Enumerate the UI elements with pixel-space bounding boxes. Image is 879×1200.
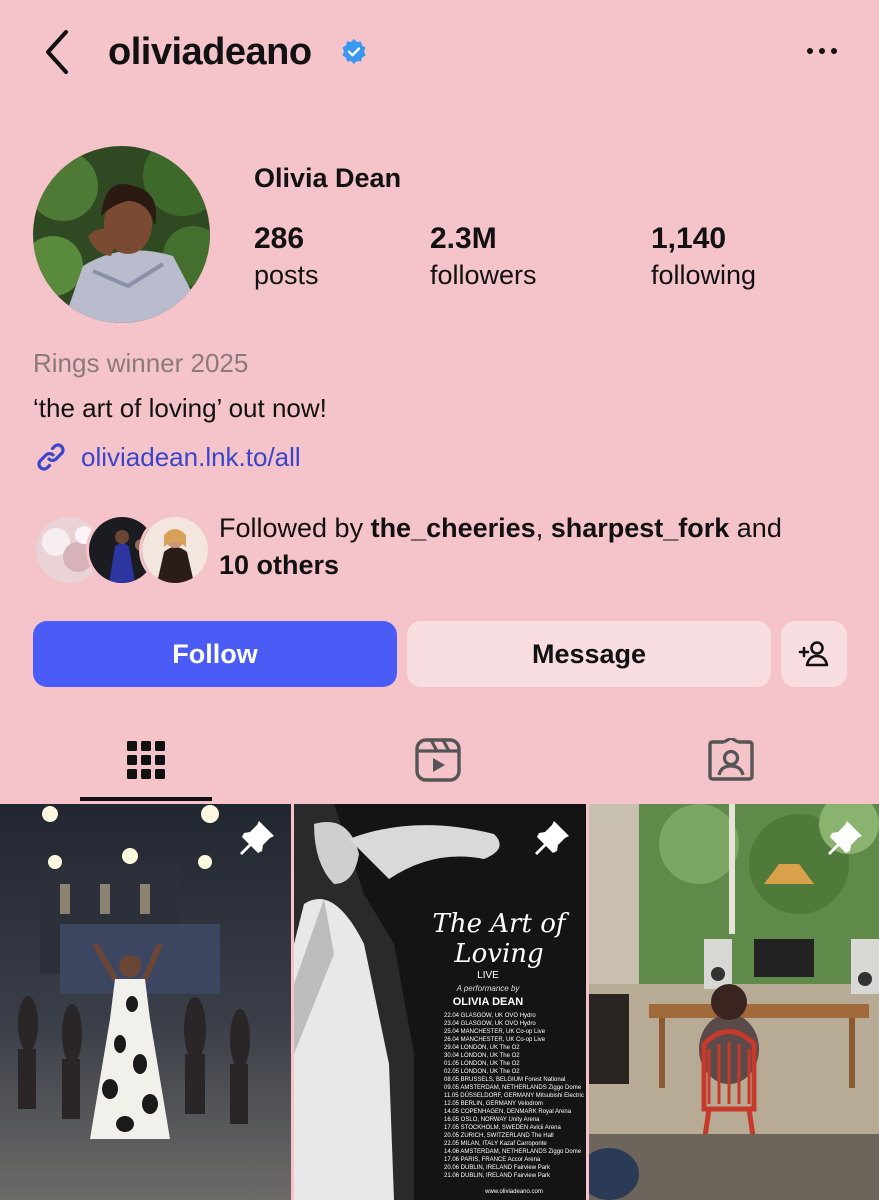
tour-date: 16.05 OSLO, NORWAY Unity Arena — [444, 1117, 540, 1123]
poster-url: www.oliviadeano.com — [485, 1189, 543, 1195]
tour-date: 23.04 GLASGOW, UK OVO Hydro — [444, 1021, 536, 1027]
tour-date: 14.06 AMSTERDAM, NETHERLANDS Ziggo Dome — [444, 1149, 582, 1155]
following-count-value: 1,140 — [651, 222, 727, 255]
profile-link[interactable]: oliviadean.lnk.to/all — [33, 437, 301, 477]
tour-date: 09.05 AMSTERDAM, NETHERLANDS Ziggo Dome — [444, 1085, 582, 1091]
following-count-label: following — [651, 260, 757, 290]
poster-live: LIVE — [477, 970, 499, 981]
posts-count-label: posts — [254, 260, 319, 290]
verified-badge-icon — [342, 39, 366, 64]
bio-text: ‘the art of loving’ out now! — [33, 393, 327, 423]
follow-button[interactable]: Follow — [33, 621, 397, 687]
followed-by-prefix: Followed by — [219, 513, 371, 543]
avatar-photo — [33, 146, 210, 323]
mutual-username[interactable]: sharpest_fork — [551, 513, 730, 543]
mutual-avatar — [139, 514, 211, 586]
more-options-button[interactable] — [800, 34, 844, 68]
profile-username: oliviadeano — [108, 31, 312, 73]
add-person-icon — [798, 641, 829, 667]
pinned-icon — [828, 821, 862, 855]
tour-date: 11.05 DÜSSELDORF, GERMANY Mitsubishi Ele… — [444, 1093, 586, 1099]
tagged-tab-icon — [708, 738, 754, 781]
tour-date: 17.06 PARIS, FRANCE Accor Arena — [444, 1157, 541, 1163]
following-count[interactable]: 1,140 following — [651, 220, 756, 292]
tour-date: 22.04 GLASGOW, UK OVO Hydro — [444, 1013, 536, 1019]
bio-category: Rings winner 2025 — [33, 348, 249, 378]
tab-tagged[interactable] — [665, 722, 797, 798]
active-tab-indicator — [80, 797, 212, 801]
poster-artist: OLIVIA DEAN — [452, 996, 524, 1008]
tour-date: 08.05 BRUSSELS, BELGIUM Forest National — [444, 1077, 566, 1083]
back-arrow-icon — [46, 30, 68, 74]
suggest-people-button[interactable] — [781, 621, 847, 687]
post-image — [589, 804, 879, 1200]
more-options-icon — [807, 48, 837, 54]
tour-date: 22.05 MILAN, ITALY Kazaf Carroponte — [444, 1141, 547, 1147]
profile-link-text: oliviadean.lnk.to/all — [81, 441, 301, 472]
tour-date: 01.05 LONDON, UK The O2 — [444, 1061, 520, 1067]
followers-count-label: followers — [430, 260, 537, 290]
tour-date: 14.05 COPENHAGEN, DENMARK Royal Arena — [444, 1109, 572, 1115]
back-button[interactable] — [38, 26, 78, 78]
pinned-icon — [240, 821, 274, 855]
tour-date: 29.04 LONDON, UK The O2 — [444, 1045, 520, 1051]
link-icon — [37, 443, 65, 471]
followed-by-connector: and — [729, 513, 782, 543]
followed-by-text[interactable]: Followed by the_cheeries, sharpest_fork … — [219, 510, 859, 584]
message-button[interactable]: Message — [407, 621, 771, 687]
tour-date: 02.05 LONDON, UK The O2 — [444, 1069, 520, 1075]
tour-date: 20.05 ZURICH, SWITZERLAND The Hall — [444, 1133, 554, 1139]
poster-subtitle: A performance by — [456, 984, 520, 993]
grid-tab-icon — [127, 741, 165, 779]
mutual-followers-avatars[interactable] — [33, 514, 211, 586]
grid-post[interactable]: The Art of Loving LIVE A performance by … — [294, 804, 586, 1200]
tab-reels[interactable] — [372, 722, 504, 798]
tour-dates-list: 22.04 GLASGOW, UK OVO Hydro 23.04 GLASGO… — [444, 1012, 586, 1196]
followed-by-separator: , — [535, 513, 551, 543]
pinned-icon — [535, 821, 569, 855]
display-name: Olivia Dean — [254, 163, 402, 193]
mutual-username[interactable]: the_cheeries — [371, 513, 536, 543]
posts-count: 286 posts — [254, 220, 319, 292]
reels-tab-icon — [415, 738, 461, 782]
followers-count-value: 2.3M — [430, 222, 497, 255]
posts-count-value: 286 — [254, 222, 305, 255]
tab-posts-grid[interactable] — [80, 722, 212, 798]
tour-date: 12.05 BERLIN, GERMANY Velodrom — [444, 1101, 543, 1107]
tour-date: 26.04 MANCHESTER, UK Co-op Live — [444, 1037, 546, 1043]
followers-count[interactable]: 2.3M followers — [430, 220, 537, 292]
tour-date: 17.05 STOCKHOLM, SWEDEN Avicii Arena — [444, 1125, 561, 1131]
tour-date: 21.06 DUBLIN, IRELAND Fairview Park — [444, 1173, 551, 1179]
tour-date: 30.04 LONDON, UK The O2 — [444, 1053, 520, 1059]
poster-title: The Art of Loving — [432, 909, 566, 969]
profile-avatar[interactable] — [33, 146, 210, 323]
post-image — [0, 804, 291, 1200]
tour-date: 20.06 DUBLIN, IRELAND Fairview Park — [444, 1165, 551, 1171]
mutual-others-count[interactable]: 10 others — [219, 550, 339, 580]
grid-post[interactable] — [589, 804, 879, 1200]
grid-post[interactable] — [0, 804, 291, 1200]
tour-date: 25.04 MANCHESTER, UK Co-op Live — [444, 1029, 546, 1035]
